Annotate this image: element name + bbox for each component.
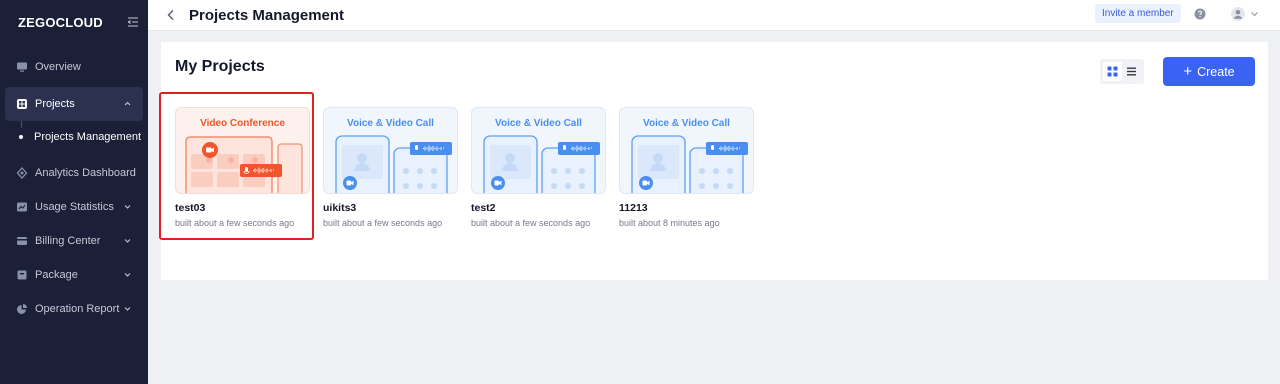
chevron-down-icon <box>124 307 131 311</box>
create-button[interactable]: + Create <box>1163 57 1255 86</box>
pie-icon <box>16 303 28 315</box>
project-card[interactable]: Voice & Video Call uikits3 built about a… <box>323 107 458 228</box>
selection-highlight <box>159 92 314 240</box>
sidebar-item-projects[interactable]: Projects <box>5 87 143 121</box>
chart-icon <box>16 201 28 213</box>
sidebar: ZEGOCLOUD Overview Projects Projects Man… <box>0 0 148 384</box>
project-name[interactable]: uikits3 <box>323 202 458 214</box>
logo[interactable]: ZEGOCLOUD <box>18 15 103 30</box>
back-icon[interactable] <box>166 9 176 21</box>
active-dot <box>19 135 23 139</box>
sidebar-item-package[interactable]: Package <box>5 258 143 292</box>
grid-view-icon[interactable] <box>1103 62 1122 81</box>
list-view-icon[interactable] <box>1122 62 1141 81</box>
project-card[interactable]: Voice & Video Call test2 built about a f… <box>471 107 606 228</box>
top-header: Projects Management Invite a member <box>148 0 1280 31</box>
sidebar-item-label: Operation Report <box>35 303 120 315</box>
project-built-time: built about 8 minutes ago <box>619 218 720 228</box>
sidebar-item-operation-report[interactable]: Operation Report <box>5 292 143 326</box>
help-icon[interactable] <box>1194 8 1206 20</box>
grid-icon <box>16 98 28 110</box>
chevron-up-icon <box>124 101 131 106</box>
sidebar-item-label: Analytics Dashboard <box>35 167 136 179</box>
thumbnail-title: Voice & Video Call <box>643 118 730 129</box>
invite-member-button[interactable]: Invite a member <box>1095 4 1181 23</box>
sidebar-item-label: Overview <box>35 61 81 73</box>
card-icon <box>16 235 28 247</box>
chevron-down-icon <box>124 205 131 209</box>
tree-line <box>20 121 22 128</box>
sidebar-item-billing-center[interactable]: Billing Center <box>5 224 143 258</box>
view-toggle <box>1100 59 1144 84</box>
create-button-label: Create <box>1197 64 1235 79</box>
thumbnail-title: Voice & Video Call <box>495 118 582 129</box>
package-icon <box>16 269 28 281</box>
logo-row: ZEGOCLOUD <box>0 0 148 44</box>
project-name[interactable]: 11213 <box>619 202 754 214</box>
sidebar-item-overview[interactable]: Overview <box>5 50 143 84</box>
chevron-down-icon[interactable] <box>1250 10 1259 18</box>
project-name[interactable]: test2 <box>471 202 606 214</box>
page-title: Projects Management <box>189 6 345 24</box>
sidebar-item-label: Package <box>35 269 78 281</box>
collapse-icon[interactable] <box>127 16 139 28</box>
sidebar-nav: Overview Projects Projects Management An… <box>0 44 148 326</box>
sidebar-item-analytics-dashboard[interactable]: Analytics Dashboard <box>5 156 143 190</box>
sidebar-item-usage-statistics[interactable]: Usage Statistics <box>5 190 143 224</box>
project-built-time: built about a few seconds ago <box>323 218 443 228</box>
sidebar-item-label: Projects Management <box>34 131 141 143</box>
project-thumbnail[interactable]: Voice & Video Call <box>619 107 754 194</box>
section-title: My Projects <box>175 58 265 75</box>
thumbnail-title: Voice & Video Call <box>347 118 434 129</box>
sidebar-item-label: Usage Statistics <box>35 201 114 213</box>
monitor-icon <box>16 61 28 73</box>
user-icon[interactable] <box>1231 7 1245 21</box>
sidebar-item-projects-management[interactable]: Projects Management <box>5 121 143 153</box>
projects-panel: My Projects + Create Video Conference te… <box>161 42 1268 280</box>
plus-icon: + <box>1183 63 1193 80</box>
sidebar-item-label: Projects <box>35 98 75 110</box>
project-thumbnail[interactable]: Voice & Video Call <box>323 107 458 194</box>
analytics-icon <box>16 167 28 179</box>
project-card[interactable]: Voice & Video Call 11213 built about 8 m… <box>619 107 754 228</box>
sidebar-item-label: Billing Center <box>35 235 101 247</box>
chevron-down-icon <box>124 239 131 243</box>
project-thumbnail[interactable]: Voice & Video Call <box>471 107 606 194</box>
project-built-time: built about a few seconds ago <box>471 218 591 228</box>
chevron-down-icon <box>124 273 131 277</box>
